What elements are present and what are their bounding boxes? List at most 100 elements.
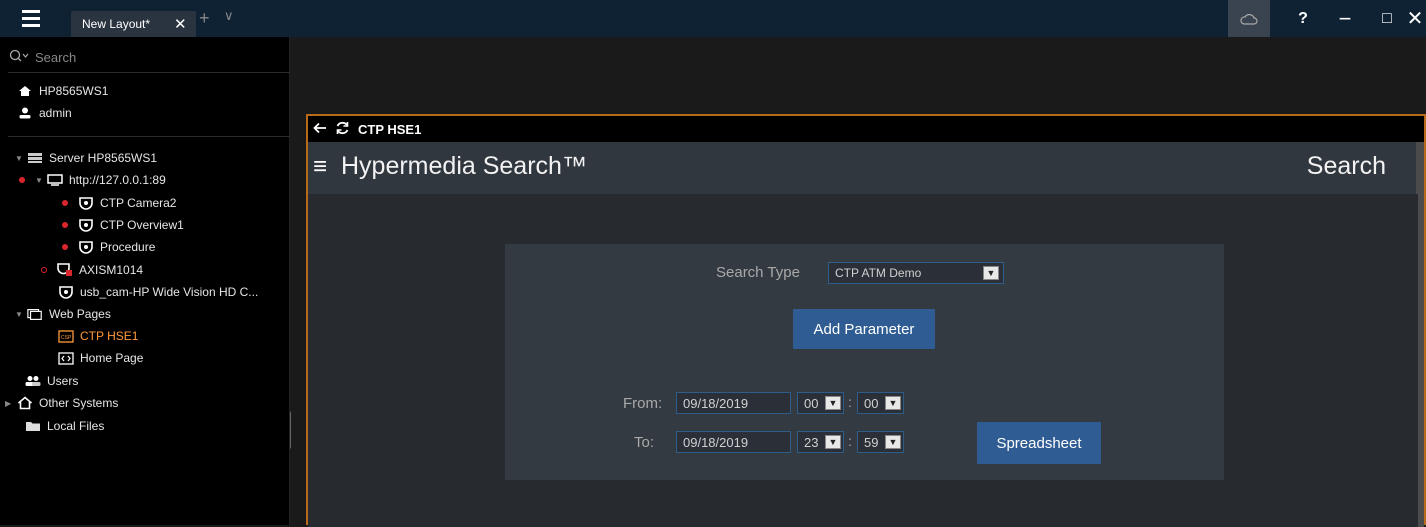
from-date-value: 09/18/2019	[683, 396, 749, 411]
search-icon[interactable]	[9, 49, 29, 66]
time-separator: :	[848, 433, 852, 449]
status-dot-icon	[19, 177, 25, 183]
expanded-arrow-icon[interactable]: ▼	[15, 154, 27, 163]
tree-label: CTP HSE1	[80, 329, 139, 343]
host-label: HP8565WS1	[39, 84, 109, 98]
menu-icon[interactable]	[22, 10, 48, 28]
status-dot-icon	[41, 267, 47, 273]
user-item[interactable]: admin	[17, 102, 72, 124]
tree-item-recorder[interactable]: ▼ http://127.0.0.1:89	[19, 169, 166, 191]
tree-item-camera[interactable]: AXISM1014	[41, 259, 143, 281]
to-hour-value: 23	[804, 435, 819, 450]
time-separator: :	[848, 394, 852, 410]
user-label: admin	[39, 106, 72, 120]
tree-item-local-files[interactable]: Local Files	[25, 415, 104, 437]
search-content: Search Type CTP ATM Demo ▼ Add Parameter…	[308, 194, 1418, 527]
host-item[interactable]: HP8565WS1	[17, 80, 108, 102]
tree-label: CTP Overview1	[100, 218, 184, 232]
chevron-down-icon[interactable]: ∨	[224, 8, 234, 24]
tree-label: Home Page	[80, 351, 144, 365]
back-arrow-icon[interactable]	[313, 122, 327, 137]
dropdown-arrow-icon[interactable]: ▼	[885, 396, 901, 410]
search-type-select[interactable]: CTP ATM Demo	[828, 262, 1004, 284]
server-icon	[27, 151, 43, 165]
system-tree-panel: Search HP8565WS1 admin ▼ Server HP8565WS…	[0, 37, 290, 525]
close-button[interactable]: ✕	[1404, 0, 1426, 37]
tree-item-webpage[interactable]: Home Page	[58, 347, 143, 369]
search-type-value: CTP ATM Demo	[835, 266, 922, 280]
dropdown-arrow-icon[interactable]: ▼	[983, 266, 999, 280]
users-icon	[25, 374, 41, 388]
tree-item-users[interactable]: Users	[25, 370, 78, 392]
tree-label: CTP Camera2	[100, 196, 177, 210]
user-icon	[17, 106, 33, 120]
webpage-icon: CSP	[58, 329, 74, 343]
tree-item-camera[interactable]: CTP Overview1	[62, 214, 184, 236]
title-bar: New Layout* ✕ + ∨ ? − □ ✕	[0, 0, 1426, 37]
camera-icon	[78, 218, 94, 232]
minimize-button[interactable]: −	[1324, 0, 1366, 37]
collapsed-arrow-icon[interactable]: ▶	[5, 399, 17, 408]
tree-item-camera[interactable]: CTP Camera2	[62, 192, 176, 214]
add-parameter-button[interactable]: Add Parameter	[793, 309, 935, 349]
tree-label: http://127.0.0.1:89	[69, 173, 166, 187]
dropdown-arrow-icon[interactable]: ▼	[825, 396, 841, 410]
dropdown-arrow-icon[interactable]: ▼	[885, 435, 901, 449]
to-label: To:	[634, 434, 655, 451]
divider	[8, 136, 290, 137]
tree-label: Other Systems	[39, 396, 119, 410]
from-date-field[interactable]: 09/18/2019	[676, 392, 791, 414]
tree-item-webpages[interactable]: ▼ Web Pages	[15, 303, 111, 325]
tab-label: New Layout*	[82, 17, 151, 31]
app-title: Hypermedia Search™	[341, 152, 587, 180]
status-dot-icon	[62, 200, 68, 206]
spreadsheet-button[interactable]: Spreadsheet	[977, 422, 1101, 464]
tree-label: Users	[47, 374, 79, 388]
home-icon	[17, 84, 33, 98]
to-date-field[interactable]: 09/18/2019	[676, 431, 791, 453]
tile-header: CTP HSE1	[308, 116, 1424, 142]
search-type-label: Search Type	[716, 264, 800, 281]
camera-icon	[78, 240, 94, 254]
home-outline-icon	[17, 396, 33, 410]
web-page-tile: CTP HSE1 ≡ Hypermedia Search™ Search Sea…	[306, 114, 1426, 527]
search-bar[interactable]: Search	[9, 45, 279, 69]
refresh-icon[interactable]	[335, 121, 350, 138]
webpage-icon	[58, 351, 74, 365]
svg-text:CSP: CSP	[61, 335, 72, 341]
tile-title: CTP HSE1	[358, 121, 422, 137]
status-dot-icon	[62, 244, 68, 250]
folder-icon	[25, 419, 41, 433]
tree-label: Server HP8565WS1	[49, 151, 158, 165]
status-dot-icon	[62, 222, 68, 228]
tree-item-server[interactable]: ▼ Server HP8565WS1	[15, 147, 157, 169]
divider	[8, 72, 290, 73]
dropdown-arrow-icon[interactable]: ▼	[825, 435, 841, 449]
tree-item-webpage-selected[interactable]: CSP CTP HSE1	[58, 325, 138, 347]
recorder-icon	[47, 173, 63, 187]
camera-icon	[58, 285, 74, 299]
tab-new-layout[interactable]: New Layout* ✕	[71, 11, 196, 37]
tree-label: Procedure	[100, 240, 156, 254]
from-minute-value: 00	[864, 396, 879, 411]
search-input[interactable]: Search	[35, 50, 76, 65]
from-hour-value: 00	[804, 396, 819, 411]
search-form-panel: Search Type CTP ATM Demo ▼ Add Parameter…	[505, 244, 1224, 480]
expanded-arrow-icon[interactable]: ▼	[35, 176, 47, 185]
expanded-arrow-icon[interactable]: ▼	[15, 310, 27, 319]
camera-locked-icon	[57, 263, 73, 277]
cloud-icon[interactable]	[1228, 0, 1270, 37]
web-pages-icon	[27, 307, 43, 321]
tree-item-other-systems[interactable]: ▶ Other Systems	[5, 392, 118, 414]
add-tab-icon[interactable]: +	[199, 8, 210, 29]
app-header: ≡ Hypermedia Search™ Search	[308, 142, 1424, 194]
maximize-button[interactable]: □	[1366, 0, 1408, 37]
hamburger-menu-icon[interactable]: ≡	[313, 153, 327, 181]
tree-item-camera[interactable]: Procedure	[62, 236, 155, 258]
to-date-value: 09/18/2019	[683, 435, 749, 450]
page-heading: Search	[1306, 152, 1386, 180]
help-button[interactable]: ?	[1282, 0, 1324, 37]
tree-label: usb_cam-HP Wide Vision HD C...	[80, 285, 259, 299]
tree-item-camera[interactable]: usb_cam-HP Wide Vision HD C...	[58, 281, 258, 303]
close-tab-icon[interactable]: ✕	[174, 15, 187, 33]
